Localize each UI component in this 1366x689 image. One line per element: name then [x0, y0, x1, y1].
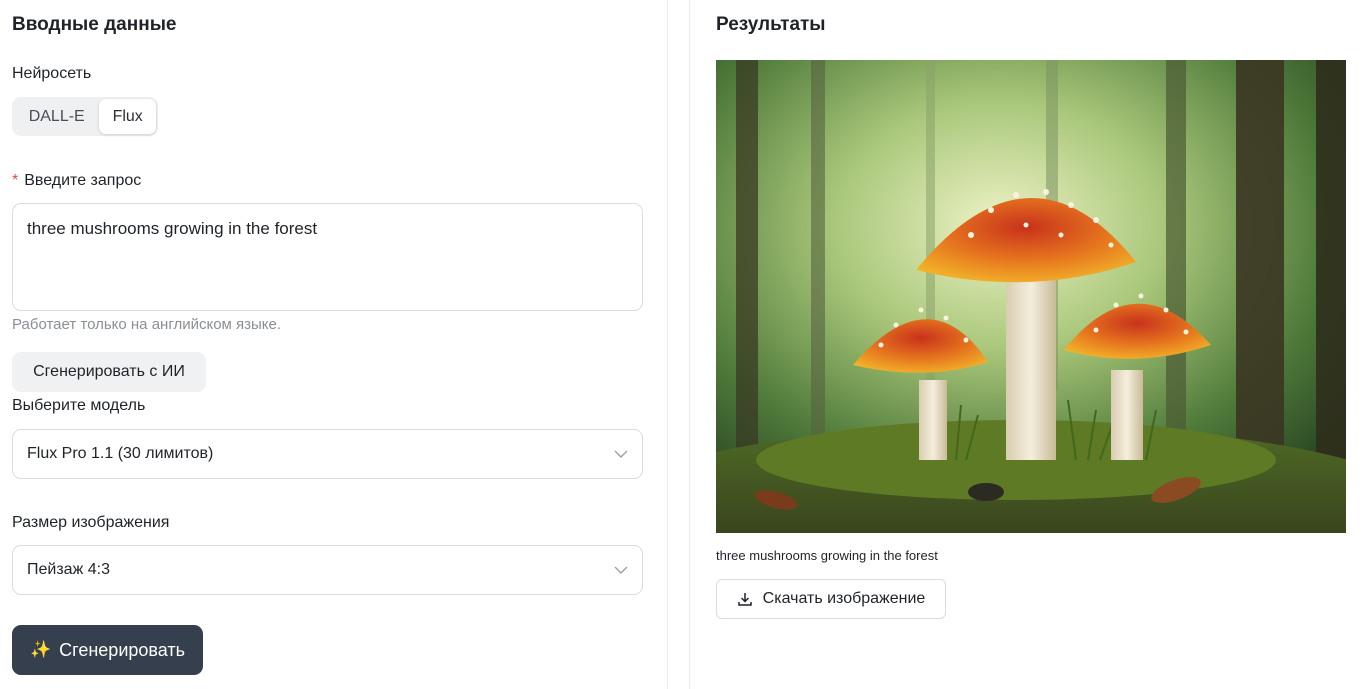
model-label: Выберите модель [12, 397, 146, 414]
generate-button[interactable]: ✨ Сгенерировать [12, 625, 203, 675]
prompt-hint: Работает только на английском языке. [12, 316, 282, 333]
results-panel-title: Результаты [716, 14, 826, 35]
size-select-value: Пейзаж 4:3 [27, 561, 110, 578]
network-label: Нейросеть [12, 65, 92, 82]
results-panel: Результаты three mushrooms growing in th… [689, 0, 1366, 689]
chevron-down-icon [614, 566, 628, 574]
prompt-label: * Введите запрос [12, 172, 141, 190]
network-option-dalle[interactable]: DALL-E [14, 99, 99, 134]
model-select[interactable]: Flux Pro 1.1 (30 лимитов) [12, 429, 643, 479]
generate-button-label: Сгенерировать [59, 639, 185, 660]
model-select-value: Flux Pro 1.1 (30 лимитов) [27, 445, 214, 462]
required-mark: * [12, 172, 19, 189]
prompt-label-text: Введите запрос [24, 172, 142, 189]
input-panel: Вводные данные Нейросеть DALL-E Flux * Вв… [0, 0, 668, 689]
download-icon [737, 593, 752, 606]
network-switch: DALL-E Flux [12, 97, 158, 136]
download-button[interactable]: Скачать изображение [716, 579, 946, 619]
input-panel-title: Вводные данные [12, 14, 177, 35]
network-option-flux[interactable]: Flux [99, 99, 156, 134]
mushrooms-forest-image [716, 60, 1346, 533]
size-select[interactable]: Пейзаж 4:3 [12, 545, 643, 595]
size-label: Размер изображения [12, 514, 170, 531]
prompt-textarea[interactable]: three mushrooms growing in the forest [12, 203, 643, 311]
generated-image[interactable] [716, 60, 1346, 533]
download-button-label: Скачать изображение [762, 590, 926, 607]
ai-generate-button[interactable]: Сгенерировать с ИИ [12, 352, 206, 392]
image-caption: three mushrooms growing in the forest [716, 548, 938, 563]
chevron-down-icon [614, 450, 628, 458]
sparkles-icon: ✨ [30, 640, 52, 659]
